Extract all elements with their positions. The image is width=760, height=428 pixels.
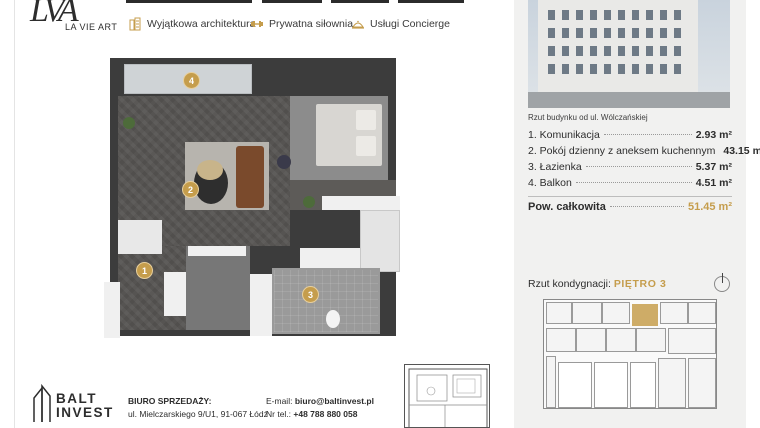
office-title: BIURO SPRZEDAŻY:	[128, 396, 212, 406]
plan-thumbnail-drawing	[408, 368, 488, 427]
floor-level-label: Rzut kondygnacji:	[528, 278, 611, 290]
balt-invest-logo-icon	[33, 384, 51, 422]
concierge-icon	[352, 20, 364, 29]
amenity-label: Usługi Concierge	[370, 18, 450, 30]
room-number-4: 4	[183, 72, 200, 89]
wardrobe	[360, 210, 400, 272]
sofa	[236, 146, 264, 208]
room-number-2: 2	[182, 181, 199, 198]
building-facade	[538, 0, 698, 100]
phone-number[interactable]: +48 788 880 058	[293, 409, 357, 419]
area-unit: m²	[752, 145, 760, 157]
compass-icon	[714, 273, 730, 292]
inner-wall	[250, 274, 272, 336]
contact-info: E-mail: biuro@baltinvest.pl Nr tel.: +48…	[266, 395, 374, 421]
area-value: 4.51	[695, 177, 717, 189]
table-top	[197, 160, 223, 180]
area-label: 2. Pokój dzienny z aneksem kuchennym	[528, 145, 716, 157]
building-photo	[528, 0, 730, 108]
email-link[interactable]: biuro@baltinvest.pl	[295, 396, 374, 406]
hallway	[186, 246, 250, 330]
area-row: 1. Komunikacja 2.93 m²	[528, 129, 732, 141]
plant	[303, 196, 315, 208]
top-bar	[398, 0, 464, 3]
pouf	[277, 155, 291, 169]
email-label: E-mail:	[266, 396, 293, 406]
room-number-1: 1	[136, 262, 153, 279]
area-label: 1. Komunikacja	[528, 129, 600, 141]
inner-wall	[104, 282, 120, 338]
architecture-icon	[129, 17, 141, 31]
company-name-line2: INVEST	[56, 405, 114, 420]
logo-text: LA VIE ART	[65, 22, 118, 32]
plan-thumbnail	[404, 364, 490, 428]
la-vie-art-logo: LVA LA VIE ART	[30, 0, 120, 40]
photo-caption: Rzut budynku od ul. Wólczańskiej	[528, 113, 648, 122]
area-divider	[528, 196, 732, 197]
toilet	[326, 310, 340, 328]
floor-level-value: PIĘTRO 3	[613, 278, 667, 290]
area-row: 4. Balkon 4.51 m²	[528, 177, 732, 189]
phone-label: Nr tel.:	[266, 409, 292, 419]
amenity-label: Wyjątkowa architektura	[147, 18, 256, 30]
area-label: 4. Balkon	[528, 177, 572, 189]
sheet-edge	[14, 0, 15, 428]
street	[528, 92, 730, 108]
area-value: 43.15	[723, 145, 750, 157]
pillow	[356, 136, 376, 156]
pillow	[356, 110, 376, 130]
area-unit: m²	[719, 177, 732, 189]
total-label: Pow. całkowita	[528, 201, 606, 213]
gym-icon	[251, 21, 263, 27]
total-value: 51.45	[688, 201, 716, 213]
top-bar	[262, 0, 322, 3]
top-bar	[331, 0, 389, 3]
floor-level-heading: Rzut kondygnacji: PIĘTRO 3	[528, 278, 666, 290]
highlighted-apartment	[632, 304, 658, 326]
total-unit: m²	[718, 201, 732, 213]
area-row: 2. Pokój dzienny z aneksem kuchennym 43.…	[528, 145, 760, 157]
area-row: 3. Łazienka 5.37 m²	[528, 161, 732, 173]
total-area-row: Pow. całkowita 51.45 m²	[528, 201, 732, 213]
company-name: BALT INVEST	[56, 392, 114, 420]
inner-wall	[188, 246, 246, 256]
building-floor-plan	[543, 299, 717, 409]
top-bar	[126, 0, 252, 3]
area-unit: m²	[719, 129, 732, 141]
area-value: 5.37	[695, 161, 717, 173]
room-number-3: 3	[302, 286, 319, 303]
company-name-line1: BALT	[56, 391, 97, 406]
amenity-architecture: Wyjątkowa architektura	[128, 17, 255, 31]
inner-wall	[164, 272, 186, 316]
area-unit: m²	[719, 161, 732, 173]
amenity-gym: Prywatna siłownia	[250, 17, 353, 31]
kitchen-counter	[118, 220, 162, 254]
amenity-concierge: Usługi Concierge	[351, 17, 450, 31]
amenity-label: Prywatna siłownia	[269, 18, 354, 30]
sales-office: BIURO SPRZEDAŻY: ul. Mielczarskiego 9/U1…	[128, 395, 268, 421]
inner-wall	[300, 248, 360, 270]
area-label: 3. Łazienka	[528, 161, 582, 173]
plant	[123, 117, 135, 129]
area-value: 2.93	[695, 129, 717, 141]
office-address: ul. Mielczarskiego 9/U1, 91-067 Łódź	[128, 409, 268, 419]
inner-wall	[322, 196, 400, 210]
apartment-card: LVA LA VIE ART Wyjątkowa architektura Pr…	[0, 0, 760, 428]
